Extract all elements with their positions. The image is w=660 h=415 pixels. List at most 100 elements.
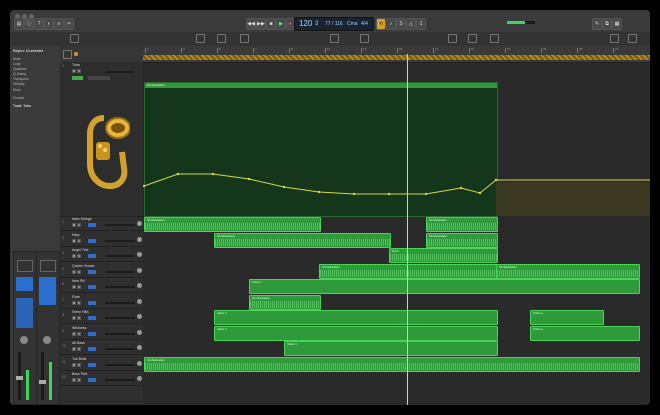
- automation-point[interactable]: [176, 172, 180, 176]
- region[interactable]: Voice 1: [249, 279, 640, 294]
- eq-thumbnail[interactable]: [17, 260, 33, 272]
- volume-automation-line[interactable]: [143, 82, 650, 216]
- track-name[interactable]: Quiche Vivace: [72, 264, 95, 268]
- inspector-track-label[interactable]: Track: Tuba: [13, 104, 31, 108]
- solo-button[interactable]: S: [77, 316, 81, 320]
- track-name[interactable]: Flute: [72, 295, 80, 299]
- volume-slider[interactable]: [105, 270, 135, 273]
- cycle-icon[interactable]: ⟲: [376, 18, 386, 30]
- inspector-row[interactable]: Loop: [13, 62, 21, 66]
- flex-icon[interactable]: [360, 34, 369, 43]
- region[interactable]: Voice 1: [214, 325, 498, 341]
- region[interactable]: Orchestration: [214, 232, 391, 248]
- volume-slider[interactable]: [105, 348, 135, 350]
- region[interactable]: Orchestration: [426, 217, 498, 232]
- track-name[interactable]: Bass Part: [72, 372, 87, 376]
- region[interactable]: Voice 1: [214, 310, 498, 325]
- mute-button[interactable]: M: [72, 378, 76, 382]
- volume-slider[interactable]: [105, 286, 135, 288]
- pan-knob[interactable]: [137, 267, 142, 273]
- mute-button[interactable]: M: [72, 347, 76, 351]
- track-name[interactable]: Main Strings: [72, 217, 91, 221]
- solo-button[interactable]: S: [77, 285, 81, 289]
- tuner-icon[interactable]: ♪: [386, 18, 396, 30]
- mute-button[interactable]: M: [72, 331, 76, 336]
- track-name[interactable]: Angel Tide: [72, 248, 89, 252]
- mute-button[interactable]: M: [72, 316, 76, 320]
- help-icon[interactable]: ?: [34, 18, 44, 30]
- track-name[interactable]: Alt Bass: [72, 341, 85, 345]
- track-row[interactable]: 6 New Pill M S: [60, 278, 143, 293]
- input-monitor-button[interactable]: [88, 223, 96, 227]
- automation-point[interactable]: [459, 186, 463, 190]
- mute-button[interactable]: M: [72, 285, 76, 289]
- pan-knob[interactable]: [20, 336, 28, 344]
- volume-slider[interactable]: [105, 317, 135, 319]
- inspector-more[interactable]: More: [13, 88, 21, 92]
- rewind-icon[interactable]: ◀◀: [246, 18, 256, 30]
- region[interactable]: Orchestration: [319, 263, 498, 279]
- playhead[interactable]: [407, 54, 408, 405]
- volume-slider[interactable]: [105, 332, 135, 335]
- inspector-toggle-icon[interactable]: [196, 34, 205, 43]
- automation-point[interactable]: [247, 177, 251, 181]
- input-monitor-button[interactable]: [88, 285, 96, 289]
- mute-button[interactable]: M: [72, 69, 76, 73]
- automation-point[interactable]: [282, 185, 286, 189]
- volume-slider[interactable]: [105, 239, 135, 242]
- lcd-display[interactable]: 120 3 77 / 116 Cma 4/4: [294, 17, 374, 31]
- stop-icon[interactable]: ■: [266, 18, 276, 30]
- instrument-slot[interactable]: [16, 277, 33, 291]
- arrange-area[interactable]: 1 3 5 7 9 11 13 15 17 19 21 23 25 27 Orchestration Or…: [143, 46, 650, 405]
- track-row[interactable]: 3 Harp M S: [60, 232, 143, 247]
- input-monitor-button[interactable]: [88, 331, 96, 336]
- volume-slider[interactable]: [105, 363, 135, 366]
- inspector-groove[interactable]: Groove: [13, 96, 24, 100]
- track-row[interactable]: 9 Wildness M S: [60, 325, 143, 340]
- track-name[interactable]: Steep Hills: [72, 310, 89, 314]
- zoom-icon[interactable]: [468, 34, 477, 43]
- input-monitor-button[interactable]: [88, 378, 96, 382]
- volume-slider[interactable]: [105, 224, 135, 226]
- pan-knob[interactable]: [43, 336, 51, 344]
- track-name[interactable]: New Pill: [72, 279, 85, 283]
- region[interactable]: Orch: [389, 248, 498, 263]
- volume-slider[interactable]: [105, 379, 135, 381]
- region[interactable]: Orchestration: [144, 356, 640, 372]
- input-monitor-button[interactable]: [88, 254, 96, 258]
- pan-knob[interactable]: [137, 252, 142, 257]
- pan-knob[interactable]: [137, 221, 142, 226]
- plugin-slots[interactable]: [16, 298, 33, 328]
- inspector-row[interactable]: Mute: [13, 57, 21, 61]
- pan-knob[interactable]: [137, 376, 142, 381]
- output-slot[interactable]: [39, 277, 56, 305]
- automation-point[interactable]: [478, 191, 482, 195]
- pan-knob[interactable]: [137, 314, 142, 319]
- loop-browser-icon[interactable]: ⧉: [602, 18, 612, 30]
- track-row[interactable]: 11 Tuk Bells M S: [60, 356, 143, 371]
- automation-curve[interactable]: [143, 173, 650, 195]
- record-icon[interactable]: ●: [286, 18, 294, 30]
- mute-button[interactable]: M: [72, 254, 76, 258]
- track-row[interactable]: 2 Main Strings M S: [60, 216, 143, 231]
- track-row[interactable]: 10 Alt Bass M S: [60, 340, 143, 355]
- track-name[interactable]: Wildness: [72, 326, 86, 330]
- track-row[interactable]: 8 Steep Hills M S: [60, 309, 143, 324]
- region[interactable]: Orchestration: [496, 263, 640, 279]
- tool-icon[interactable]: [217, 34, 226, 43]
- pan-knob[interactable]: [137, 345, 142, 350]
- notepad-icon[interactable]: ✎: [592, 18, 602, 30]
- catch-icon[interactable]: [448, 34, 457, 43]
- track-row[interactable]: 4 Angel Tide M S: [60, 247, 143, 262]
- pan-knob[interactable]: [137, 283, 142, 288]
- count-in-icon[interactable]: 1: [416, 18, 426, 30]
- automation-mode[interactable]: [72, 76, 83, 80]
- inspector-row[interactable]: Transpose: [13, 77, 29, 81]
- solo-icon[interactable]: S: [396, 18, 406, 30]
- mute-button[interactable]: M: [72, 269, 76, 274]
- input-monitor-button[interactable]: [88, 269, 96, 274]
- pan-knob[interactable]: [137, 298, 142, 304]
- automation-point[interactable]: [424, 192, 428, 196]
- smart-controls-icon[interactable]: ◐: [44, 18, 54, 30]
- mute-button[interactable]: M: [72, 362, 76, 367]
